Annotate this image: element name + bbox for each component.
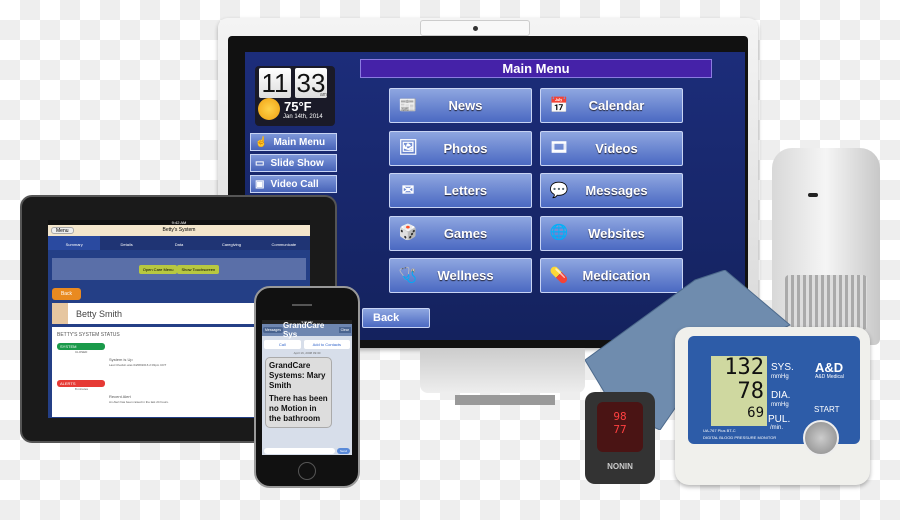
message-date: April 16, 2008 09:30 xyxy=(293,351,321,355)
back-button[interactable]: Back xyxy=(362,308,430,328)
message-sender: GrandCare Systems: Mary Smith xyxy=(269,361,326,390)
model-label: UA-767 Plus BT-C xyxy=(703,428,736,433)
camera-housing xyxy=(420,20,530,36)
menu-wellness[interactable]: 🩺 Wellness xyxy=(389,258,532,293)
show-touchscreen-button[interactable]: Show Touchscreen xyxy=(177,264,220,274)
brand-sub: A&D Medical xyxy=(815,374,844,380)
photos-icon: 🖼 xyxy=(398,139,418,156)
menu-messages[interactable]: 💬 Messages xyxy=(540,173,683,208)
tab-summary[interactable]: Summary xyxy=(48,236,101,250)
video-call-icon: ▣ xyxy=(255,178,265,190)
phone-speaker xyxy=(292,304,312,306)
menu-news[interactable]: 📰 News xyxy=(389,88,532,123)
avatar xyxy=(52,303,68,324)
clock-ampm: am xyxy=(320,92,327,98)
status-badge: ALERTS xyxy=(57,380,105,387)
menu-label: Videos xyxy=(595,140,638,156)
call-button[interactable]: Call xyxy=(264,340,301,349)
dia-unit: mmHg xyxy=(771,402,789,408)
menu-label: Calendar xyxy=(588,98,645,113)
pill-bottle-icon: 💊 xyxy=(549,266,569,284)
page-title: Main Menu xyxy=(360,59,712,78)
pulse-value: 69 xyxy=(747,405,764,421)
sun-icon xyxy=(258,98,280,120)
messages-back-button[interactable]: Messages xyxy=(263,327,283,333)
status-detail: Last Checkin was 04/08/2016 2:03pm CDT xyxy=(109,363,167,367)
home-button[interactable] xyxy=(298,462,316,480)
pul-unit: /min. xyxy=(770,425,784,431)
envelope-icon: ✉ xyxy=(401,181,415,199)
start-label: START xyxy=(814,405,840,414)
monitor-stand xyxy=(420,348,585,393)
games-icon: 🎲 xyxy=(398,224,418,241)
status-detail: An Alert has been raised in the last 24 … xyxy=(109,400,169,404)
phone-screen: 9:42 AM Messages GrandCare Sys Clear Cal… xyxy=(262,320,352,455)
bp-display: 132 78 69 xyxy=(711,356,767,426)
camera-icon xyxy=(472,26,478,31)
menu-calendar[interactable]: 📅 Calendar xyxy=(540,88,683,123)
menu-videos[interactable]: 🎞 Videos xyxy=(540,130,683,166)
clear-button[interactable]: Clear xyxy=(338,327,351,333)
tablet-title: Betty's System xyxy=(162,227,196,233)
start-button[interactable] xyxy=(803,420,839,456)
calendar-icon: 📅 xyxy=(549,96,569,114)
message-body: There has been no Motion in the bathroom xyxy=(269,394,328,423)
spo2-value: 98 xyxy=(613,410,627,423)
menu-label: Websites xyxy=(588,225,645,241)
open-care-menu-button[interactable]: Open Care Menu xyxy=(138,264,178,274)
tab-details[interactable]: Details xyxy=(100,236,152,250)
menu-photos[interactable]: 🖼 Photos xyxy=(389,130,532,166)
oximeter-brand: NONIN xyxy=(607,462,633,471)
menu-games[interactable]: 🎲 Games xyxy=(389,215,532,251)
film-reel-icon: 🎞 xyxy=(549,139,569,156)
message-bubble-icon: 💬 xyxy=(549,181,569,199)
send-button[interactable]: Send xyxy=(336,448,350,454)
systolic-value: 132 xyxy=(724,355,764,380)
menu-label: News xyxy=(448,98,483,113)
status-title: System is Up xyxy=(109,357,133,362)
sensor-lens xyxy=(785,275,867,330)
tablet-back-button[interactable]: Back xyxy=(52,288,81,300)
pul-label: PUL. xyxy=(768,414,791,425)
tab-data[interactable]: Data xyxy=(153,236,205,250)
touch-icon: ☝ xyxy=(255,136,268,148)
menu-websites[interactable]: 🌐 Websites xyxy=(540,215,683,251)
conversation-title: GrandCare Sys xyxy=(282,321,325,339)
pulse-oximeter: 98 77 NONIN xyxy=(585,392,655,484)
sidebar-slide-show[interactable]: ▭ Slide Show xyxy=(250,154,337,172)
sidebar-main-menu[interactable]: ☝ Main Menu xyxy=(250,133,337,151)
menu-label: Wellness xyxy=(437,268,494,283)
menu-label: Games xyxy=(443,225,488,241)
menu-label: Letters xyxy=(443,183,488,198)
diastolic-value: 78 xyxy=(737,379,765,404)
sys-label: SYS. xyxy=(771,362,794,373)
tab-caregiving[interactable]: Caregiving xyxy=(205,236,257,250)
menu-letters[interactable]: ✉ Letters xyxy=(389,173,532,208)
date: Jan 14th, 2014 xyxy=(283,114,323,120)
add-to-contacts-button[interactable]: Add to Contacts xyxy=(303,340,350,349)
temperature: 75°F xyxy=(284,99,312,114)
stand-base xyxy=(455,395,555,405)
message-input[interactable] xyxy=(264,448,335,454)
tablet-menu-button[interactable]: Menu xyxy=(51,227,74,234)
tab-communicate[interactable]: Communicate xyxy=(258,236,310,250)
menu-label: Photos xyxy=(443,140,488,156)
status-title: Recent Alert xyxy=(109,394,131,399)
dia-label: DIA. xyxy=(771,390,791,401)
slideshow-icon: ▭ xyxy=(255,157,265,169)
status-badge: SYSTEM xyxy=(57,343,105,350)
clock-hour: 11 xyxy=(259,68,291,98)
globe-icon: 🌐 xyxy=(549,224,569,241)
device-description: DIGITAL BLOOD PRESSURE MONITOR xyxy=(703,435,777,440)
newspaper-icon: 📰 xyxy=(398,96,418,114)
oximeter-pulse-value: 77 xyxy=(613,423,627,436)
menu-label: Messages xyxy=(585,183,648,198)
brand-logo: A&D xyxy=(815,360,844,375)
patient-name: Betty Smith xyxy=(76,308,123,319)
sidebar-video-call[interactable]: ▣ Video Call xyxy=(250,175,337,193)
medical-kit-icon: 🩺 xyxy=(398,266,418,284)
sys-unit: mmHg xyxy=(771,374,789,380)
sensor-led xyxy=(808,193,818,197)
